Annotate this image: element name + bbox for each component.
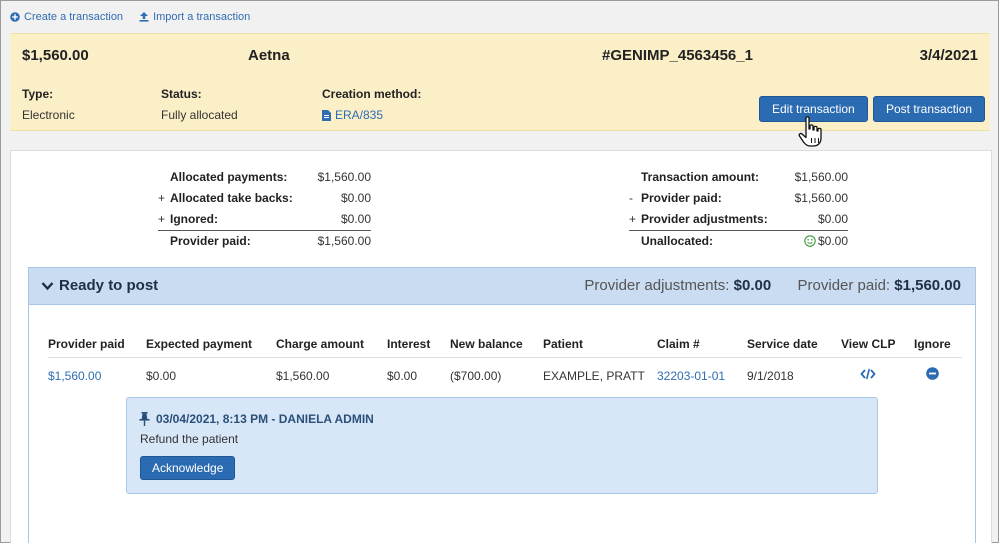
create-transaction-label: Create a transaction [24, 11, 124, 23]
ready-to-post-label: Ready to post [59, 277, 159, 294]
column-header: Patient [543, 337, 584, 351]
column-header: View CLP [841, 337, 896, 351]
provider-adjustments-label: Provider adjustments: [584, 277, 730, 294]
column-header: Ignore [914, 337, 951, 351]
provider-adjustments-value: $0.00 [733, 277, 772, 294]
view-clp-button[interactable] [860, 368, 876, 383]
summary-row: - Provider paid: $1,560.00 [629, 188, 848, 209]
column-header: Charge amount [276, 337, 365, 351]
code-icon [860, 368, 876, 380]
upload-icon [139, 12, 149, 22]
creation-method-value: ERA/835 [335, 108, 384, 122]
summary-label: Provider paid: [170, 234, 251, 248]
create-transaction-link[interactable]: Create a transaction [10, 11, 123, 23]
patient-cell: EXAMPLE, PRATT [543, 369, 645, 383]
provider-paid-label: Provider paid: [797, 277, 891, 294]
smile-icon [804, 235, 816, 247]
status-value: Fully allocated [161, 108, 238, 122]
transaction-summary: Transaction amount: $1,560.00 - Provider… [629, 167, 848, 251]
status-label: Status: [161, 87, 202, 101]
column-header: Expected payment [146, 337, 253, 351]
import-transaction-label: Import a transaction [153, 11, 251, 23]
summary-label: Provider paid: [641, 191, 722, 205]
note-title: 03/04/2021, 8:13 PM - DANIELA ADMIN [156, 412, 374, 426]
chevron-down-icon [41, 281, 54, 290]
status-field: Status: Fully allocated [161, 87, 238, 122]
creation-method-label: Creation method: [322, 87, 422, 101]
file-icon [322, 109, 331, 121]
creation-method-field: Creation method: ERA/835 [322, 87, 421, 122]
minus-circle-icon [926, 367, 939, 380]
table-divider [48, 357, 962, 358]
column-header: New balance [450, 337, 523, 351]
claim-link[interactable]: 32203-01-01 [657, 369, 725, 383]
summary-operator: + [158, 191, 166, 205]
type-field: Type: Electronic [22, 87, 75, 122]
ready-to-post-title[interactable]: Ready to post [41, 277, 158, 294]
summary-row: Transaction amount: $1,560.00 [629, 167, 848, 188]
summary-value: $0.00 [340, 212, 371, 226]
creation-method-link[interactable]: ERA/835 [322, 108, 421, 122]
summary-label: Allocated payments: [170, 170, 288, 184]
transaction-id: #GENIMP_4563456_1 [602, 47, 753, 64]
column-header: Service date [747, 337, 818, 351]
summary-value: $1,560.00 [794, 170, 848, 184]
transaction-amount: $1,560.00 [22, 47, 89, 64]
expected-payment-cell: $0.00 [146, 369, 177, 383]
toolbar: Create a transaction Import a transactio… [10, 11, 250, 23]
service-date-cell: 9/1/2018 [747, 369, 794, 383]
summary-row: + Provider adjustments: $0.00 [629, 209, 848, 230]
summary-value: $1,560.00 [317, 234, 371, 248]
hand-pointer-icon [798, 116, 822, 147]
column-header: Interest [387, 337, 431, 351]
claim-note: 03/04/2021, 8:13 PM - DANIELA ADMIN Refu… [126, 397, 878, 494]
ready-to-post-header[interactable]: Ready to post Provider adjustments: $0.0… [28, 267, 976, 305]
summary-total-row: Provider paid: $1,560.00 [158, 230, 371, 251]
summary-total-row: Unallocated: $0.00 [629, 230, 848, 251]
note-text: Refund the patient [140, 432, 239, 446]
transaction-date: 3/4/2021 [919, 47, 978, 64]
column-header: Provider paid [48, 337, 125, 351]
summary-row: + Ignored: $0.00 [158, 209, 371, 230]
summary-label: Ignored: [170, 212, 218, 226]
summary-row: Allocated payments: $1,560.00 [158, 167, 371, 188]
type-value: Electronic [22, 108, 75, 122]
pin-icon [139, 412, 150, 426]
summary-label: Provider adjustments: [641, 212, 768, 226]
note-header: 03/04/2021, 8:13 PM - DANIELA ADMIN [139, 412, 374, 426]
interest-cell: $0.00 [387, 369, 418, 383]
acknowledge-button[interactable]: Acknowledge [140, 456, 236, 480]
type-label: Type: [22, 87, 54, 101]
summary-operator: + [158, 212, 166, 226]
summary-label: Transaction amount: [641, 170, 760, 184]
summary-value: $1,560.00 [794, 191, 848, 205]
summary-label: Allocated take backs: [170, 191, 293, 205]
provider-paid-value: $1,560.00 [894, 277, 961, 294]
plus-circle-icon [10, 12, 20, 22]
column-header: Claim # [657, 337, 700, 351]
summary-value: $1,560.00 [317, 170, 371, 184]
transaction-panel: Allocated payments: $1,560.00 + Allocate… [10, 150, 992, 543]
ready-stats: Provider adjustments: $0.00 Provider pai… [584, 277, 961, 294]
provider-paid-link[interactable]: $1,560.00 [48, 369, 101, 383]
summary-value: $0.00 [804, 231, 848, 252]
post-transaction-button[interactable]: Post transaction [873, 96, 986, 122]
summary-operator: - [629, 191, 633, 205]
new-balance-cell: ($700.00) [450, 369, 502, 383]
charge-amount-cell: $1,560.00 [276, 369, 330, 383]
summary-row: + Allocated take backs: $0.00 [158, 188, 371, 209]
summary-value: $0.00 [340, 191, 371, 205]
summary-label: Unallocated: [641, 234, 714, 248]
allocation-summary: Allocated payments: $1,560.00 + Allocate… [158, 167, 371, 251]
summary-operator: + [629, 212, 637, 226]
import-transaction-link[interactable]: Import a transaction [139, 11, 250, 23]
payer-name: Aetna [248, 47, 290, 64]
transaction-header: $1,560.00 Aetna #GENIMP_4563456_1 3/4/20… [10, 33, 990, 131]
unallocated-value: $0.00 [817, 234, 848, 248]
summary-value: $0.00 [817, 212, 848, 226]
ignore-button[interactable] [926, 367, 939, 383]
